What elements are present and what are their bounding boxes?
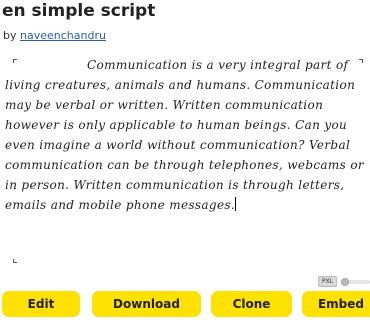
clone-button[interactable]: Clone [211, 291, 292, 317]
byline: by naveenchandru [3, 29, 106, 42]
size-unit-label: PXL [318, 276, 338, 287]
corner-mark-bottom-left [13, 259, 17, 263]
download-button[interactable]: Download [92, 291, 201, 317]
text-caret [235, 197, 237, 211]
preview-text-wrapper: Communication is a very integral part of… [5, 55, 367, 215]
font-preview-page: en simple script by naveenchandru Commun… [0, 0, 370, 331]
edit-button[interactable]: Edit [2, 291, 80, 317]
by-label: by [3, 29, 17, 42]
font-size-slider-thumb[interactable] [341, 278, 349, 286]
preview-text: Communication is a very integral part of… [5, 58, 364, 212]
font-size-slider[interactable] [341, 278, 370, 286]
font-size-control: PXL [318, 276, 370, 288]
author-link[interactable]: naveenchandru [20, 29, 106, 42]
embed-button[interactable]: Embed [302, 291, 370, 317]
page-title: en simple script [2, 1, 156, 21]
text-preview-area[interactable]: Communication is a very integral part of… [0, 46, 370, 266]
